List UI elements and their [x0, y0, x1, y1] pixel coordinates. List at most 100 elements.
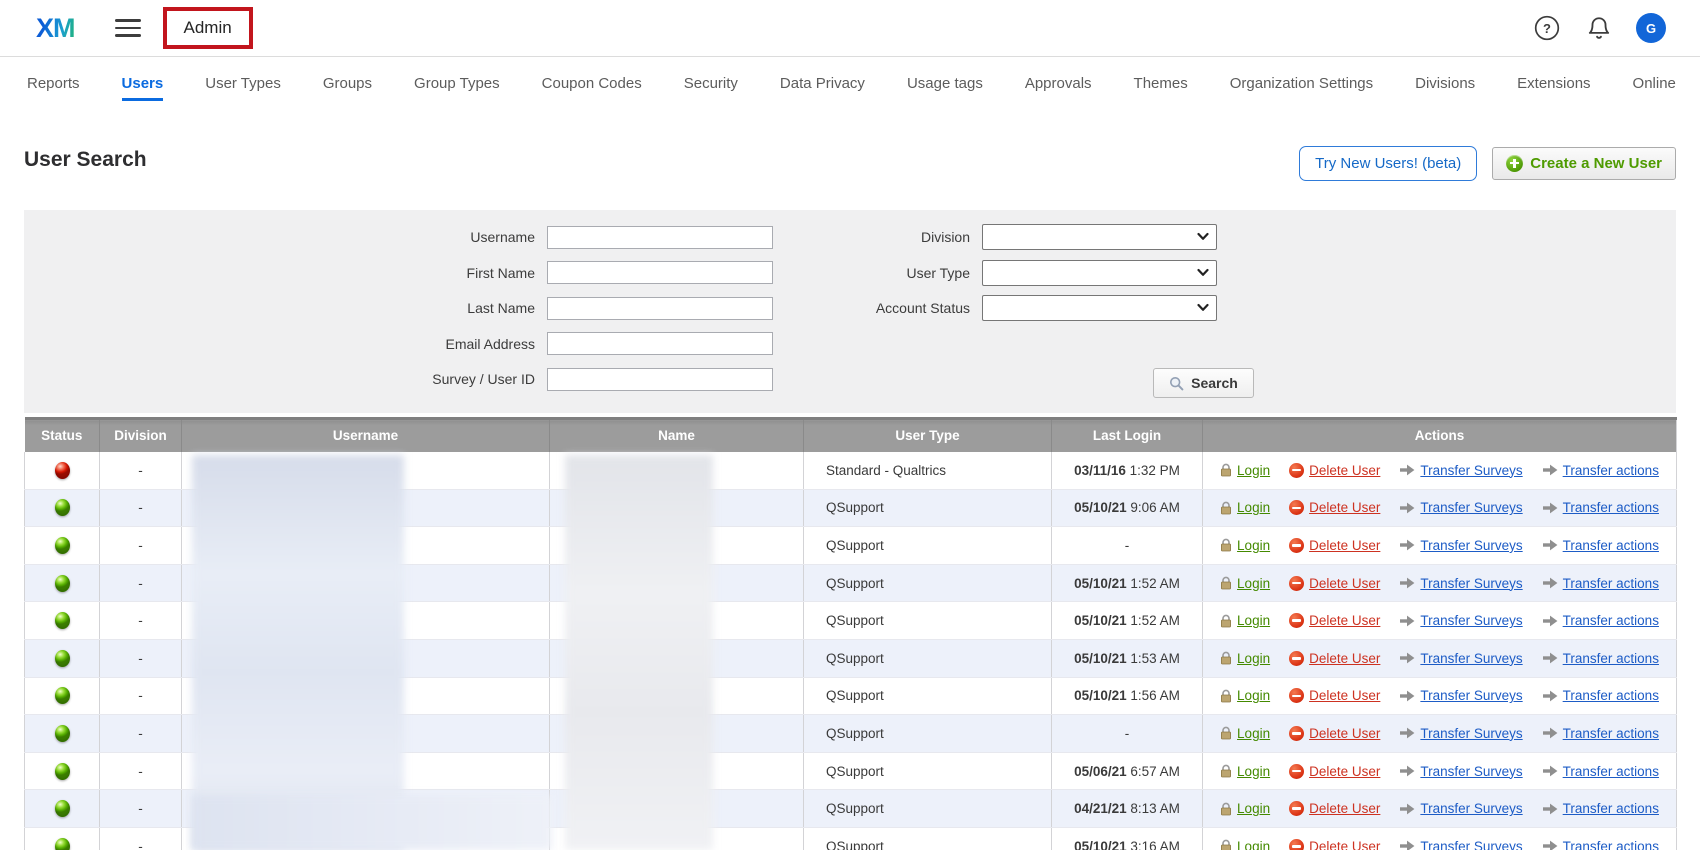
delete-user-link[interactable]: Delete User	[1289, 613, 1380, 628]
users-table-wrap: StatusDivisionUsernameNameUser TypeLast …	[24, 417, 1676, 850]
transfer-actions-link[interactable]: Transfer actions	[1542, 500, 1659, 515]
search-icon	[1169, 376, 1184, 391]
status-icon	[55, 575, 70, 592]
transfer-actions-link[interactable]: Transfer actions	[1542, 538, 1659, 553]
transfer-actions-link[interactable]: Transfer actions	[1542, 688, 1659, 703]
login-link[interactable]: Login	[1220, 651, 1270, 666]
nav-tab-organization-settings[interactable]: Organization Settings	[1230, 57, 1373, 110]
transfer-surveys-link[interactable]: Transfer Surveys	[1399, 651, 1522, 666]
nav-tab-extensions[interactable]: Extensions	[1517, 57, 1590, 110]
nav-tab-groups[interactable]: Groups	[323, 57, 372, 110]
division-cell: -	[100, 564, 182, 602]
login-link[interactable]: Login	[1220, 801, 1270, 816]
delete-user-link[interactable]: Delete User	[1289, 500, 1380, 515]
transfer-surveys-link[interactable]: Transfer Surveys	[1399, 500, 1522, 515]
delete-user-link[interactable]: Delete User	[1289, 726, 1380, 741]
lock-icon	[1220, 614, 1232, 628]
user-type-cell: QSupport	[804, 527, 1052, 565]
nav-tab-approvals[interactable]: Approvals	[1025, 57, 1092, 110]
transfer-surveys-link[interactable]: Transfer Surveys	[1399, 839, 1522, 850]
transfer-actions-link[interactable]: Transfer actions	[1542, 764, 1659, 779]
table-row: - QSupport - Login Delete User	[25, 715, 1677, 753]
arrow-right-icon	[1542, 539, 1558, 551]
division-select[interactable]	[982, 224, 1217, 250]
svg-text:?: ?	[1543, 21, 1551, 36]
nav-tab-security[interactable]: Security	[684, 57, 738, 110]
nav-tab-usage-tags[interactable]: Usage tags	[907, 57, 983, 110]
delete-icon	[1289, 764, 1304, 779]
account-status-label: Account Status	[24, 300, 982, 316]
status-icon	[55, 537, 70, 554]
nav-tab-divisions[interactable]: Divisions	[1415, 57, 1475, 110]
notifications-bell-icon[interactable]	[1584, 13, 1614, 43]
user-type-cell: QSupport	[804, 827, 1052, 850]
user-type-label: User Type	[24, 265, 982, 281]
nav-tab-user-types[interactable]: User Types	[205, 57, 281, 110]
transfer-actions-link[interactable]: Transfer actions	[1542, 576, 1659, 591]
login-link[interactable]: Login	[1220, 839, 1270, 850]
nav-tab-coupon-codes[interactable]: Coupon Codes	[542, 57, 642, 110]
arrow-right-icon	[1399, 765, 1415, 777]
username-cell	[182, 602, 550, 640]
users-table-body: - Standard - Qualtrics 03/11/16 1:32 PM …	[25, 452, 1677, 850]
login-link[interactable]: Login	[1220, 463, 1270, 478]
try-new-users-button[interactable]: Try New Users! (beta)	[1299, 146, 1477, 181]
transfer-actions-link[interactable]: Transfer actions	[1542, 463, 1659, 478]
transfer-actions-link[interactable]: Transfer actions	[1542, 613, 1659, 628]
nav-tab-data-privacy[interactable]: Data Privacy	[780, 57, 865, 110]
nav-tab-reports[interactable]: Reports	[27, 57, 80, 110]
user-type-cell: QSupport	[804, 564, 1052, 602]
login-link[interactable]: Login	[1220, 613, 1270, 628]
app-title-highlighted[interactable]: Admin	[163, 7, 253, 49]
delete-icon	[1289, 726, 1304, 741]
nav-tab-online[interactable]: Online	[1633, 57, 1676, 110]
survey-user-id-input[interactable]	[547, 368, 773, 391]
transfer-surveys-link[interactable]: Transfer Surveys	[1399, 688, 1522, 703]
nav-tab-themes[interactable]: Themes	[1134, 57, 1188, 110]
status-icon	[55, 650, 70, 667]
login-link[interactable]: Login	[1220, 764, 1270, 779]
search-button[interactable]: Search	[1153, 368, 1254, 398]
login-link[interactable]: Login	[1220, 688, 1270, 703]
transfer-surveys-link[interactable]: Transfer Surveys	[1399, 801, 1522, 816]
login-link[interactable]: Login	[1220, 500, 1270, 515]
transfer-actions-link[interactable]: Transfer actions	[1542, 801, 1659, 816]
plus-icon	[1506, 155, 1523, 172]
login-link[interactable]: Login	[1220, 538, 1270, 553]
transfer-surveys-link[interactable]: Transfer Surveys	[1399, 613, 1522, 628]
division-cell: -	[100, 639, 182, 677]
transfer-actions-link[interactable]: Transfer actions	[1542, 726, 1659, 741]
delete-user-link[interactable]: Delete User	[1289, 801, 1380, 816]
user-avatar[interactable]: G	[1636, 13, 1666, 43]
transfer-surveys-link[interactable]: Transfer Surveys	[1399, 764, 1522, 779]
delete-user-link[interactable]: Delete User	[1289, 688, 1380, 703]
help-icon[interactable]: ?	[1532, 13, 1562, 43]
login-link[interactable]: Login	[1220, 726, 1270, 741]
transfer-surveys-link[interactable]: Transfer Surveys	[1399, 538, 1522, 553]
user-type-select[interactable]	[982, 260, 1217, 286]
username-cell	[182, 790, 550, 828]
status-icon	[55, 687, 70, 704]
transfer-surveys-link[interactable]: Transfer Surveys	[1399, 463, 1522, 478]
delete-user-link[interactable]: Delete User	[1289, 463, 1380, 478]
delete-user-link[interactable]: Delete User	[1289, 839, 1380, 850]
delete-user-link[interactable]: Delete User	[1289, 576, 1380, 591]
login-link[interactable]: Login	[1220, 576, 1270, 591]
transfer-actions-link[interactable]: Transfer actions	[1542, 651, 1659, 666]
account-status-select[interactable]	[982, 295, 1217, 321]
delete-user-link[interactable]: Delete User	[1289, 651, 1380, 666]
nav-tab-users[interactable]: Users	[122, 57, 164, 110]
status-icon	[55, 800, 70, 817]
table-row: - QSupport 05/10/21 3:16 AM Login Delete…	[25, 827, 1677, 850]
status-icon	[55, 612, 70, 629]
delete-user-link[interactable]: Delete User	[1289, 538, 1380, 553]
transfer-surveys-link[interactable]: Transfer Surveys	[1399, 726, 1522, 741]
transfer-surveys-link[interactable]: Transfer Surveys	[1399, 576, 1522, 591]
name-cell	[550, 827, 804, 850]
email-address-input[interactable]	[547, 332, 773, 355]
transfer-actions-link[interactable]: Transfer actions	[1542, 839, 1659, 850]
hamburger-menu-icon[interactable]	[115, 19, 141, 37]
create-new-user-button[interactable]: Create a New User	[1492, 147, 1676, 180]
nav-tab-group-types[interactable]: Group Types	[414, 57, 500, 110]
delete-user-link[interactable]: Delete User	[1289, 764, 1380, 779]
